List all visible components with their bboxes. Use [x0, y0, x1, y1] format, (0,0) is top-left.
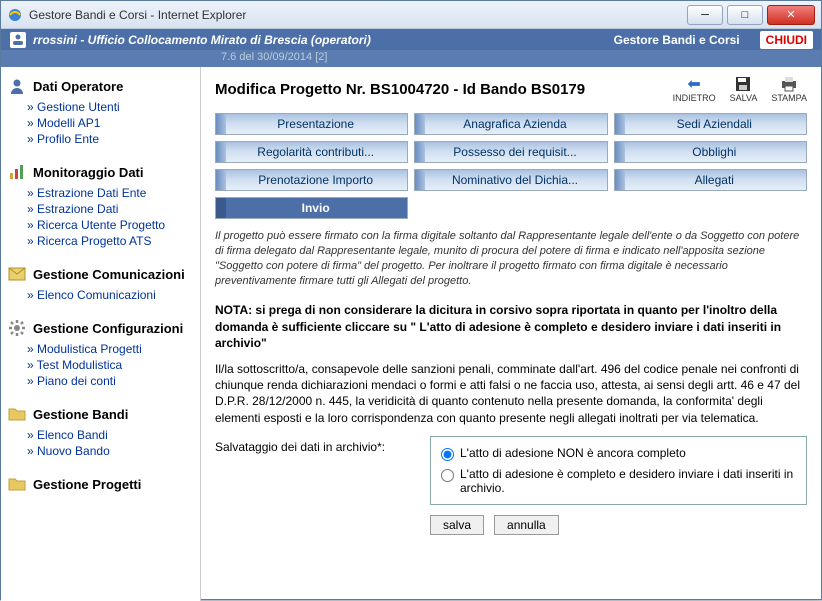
sidebar-item-list: Elenco Comunicazioni [5, 287, 196, 303]
print-button[interactable]: STAMPA [771, 75, 807, 103]
user-context: rrossini - Ufficio Collocamento Mirato d… [33, 33, 594, 47]
sidebar-item[interactable]: Gestione Utenti [27, 99, 196, 115]
save-button[interactable]: salva [430, 515, 484, 535]
folder-icon [7, 475, 27, 493]
tab[interactable]: Presentazione [215, 113, 408, 135]
sidebar-group: Dati Operatore Gestione UtentiModelli AP1… [5, 75, 196, 147]
back-label: INDIETRO [673, 93, 716, 103]
sidebar-group-title[interactable]: Gestione Progetti [5, 473, 196, 497]
tab[interactable]: Allegati [614, 169, 807, 191]
save-field-label: Salvataggio dei dati in archivio*: [215, 436, 420, 454]
gear-icon [7, 319, 27, 337]
sidebar-group: Gestione Bandi Elenco BandiNuovo Bando [5, 403, 196, 459]
arrow-left-icon: ⬅ [683, 75, 705, 93]
os-titlebar: Gestore Bandi e Corsi - Internet Explore… [1, 1, 821, 29]
italic-note: Il progetto può essere firmato con la fi… [215, 229, 807, 288]
save-field-row: Salvataggio dei dati in archivio*: L'att… [215, 436, 807, 505]
sidebar-group-title[interactable]: Dati Operatore [5, 75, 196, 99]
sidebar-group-title[interactable]: Gestione Configurazioni [5, 317, 196, 341]
sidebar-item[interactable]: Elenco Comunicazioni [27, 287, 196, 303]
sidebar-group-title[interactable]: Gestione Comunicazioni [5, 263, 196, 287]
declaration-text: Il/la sottoscritto/a, consapevole delle … [215, 361, 807, 426]
folder-icon [7, 405, 27, 423]
close-window-button[interactable]: ✕ [767, 5, 815, 25]
content-area: Modifica Progetto Nr. BS1004720 - Id Ban… [201, 67, 821, 601]
minimize-button[interactable]: ─ [687, 5, 723, 25]
radio-group: L'atto di adesione NON è ancora completo… [430, 436, 807, 505]
tab[interactable]: Sedi Aziendali [614, 113, 807, 135]
form-buttons: salva annulla [215, 515, 807, 535]
sidebar-item-list: Gestione UtentiModelli AP1Profilo Ente [5, 99, 196, 147]
sidebar-item[interactable]: Piano dei conti [27, 373, 196, 389]
sidebar: Dati Operatore Gestione UtentiModelli AP1… [1, 67, 201, 601]
page-header: Modifica Progetto Nr. BS1004720 - Id Ban… [215, 75, 807, 103]
version-bar: 7.6 del 30/09/2014 [2] [1, 50, 821, 67]
maximize-button[interactable]: □ [727, 5, 763, 25]
sidebar-item[interactable]: Test Modulistica [27, 357, 196, 373]
app-title: Gestore Bandi e Corsi [594, 33, 760, 47]
radio-incomplete-input[interactable] [441, 448, 454, 461]
sidebar-group: Monitoraggio Dati Estrazione Dati EnteEst… [5, 161, 196, 249]
cancel-button[interactable]: annulla [494, 515, 559, 535]
sidebar-item[interactable]: Profilo Ente [27, 131, 196, 147]
tab[interactable]: Anagrafica Azienda [414, 113, 607, 135]
sidebar-item[interactable]: Ricerca Progetto ATS [27, 233, 196, 249]
sidebar-group-label: Gestione Comunicazioni [33, 267, 185, 282]
sidebar-item[interactable]: Modelli AP1 [27, 115, 196, 131]
tab[interactable]: Prenotazione Importo [215, 169, 408, 191]
app-logo-icon [9, 31, 27, 49]
sidebar-item[interactable]: Modulistica Progetti [27, 341, 196, 357]
radio-complete[interactable]: L'atto di adesione è completo e desidero… [441, 464, 796, 498]
sidebar-item[interactable]: Ricerca Utente Progetto [27, 217, 196, 233]
app-close-button[interactable]: CHIUDI [760, 31, 813, 49]
tab[interactable]: Possesso dei requisit... [414, 141, 607, 163]
floppy-icon [732, 75, 754, 93]
sidebar-group-label: Gestione Configurazioni [33, 321, 183, 336]
main-body: Dati Operatore Gestione UtentiModelli AP1… [1, 67, 821, 601]
tab[interactable]: Obblighi [614, 141, 807, 163]
ie-favicon-icon [7, 7, 23, 23]
sidebar-group: Gestione Comunicazioni Elenco Comunicazio… [5, 263, 196, 303]
sidebar-group-title[interactable]: Monitoraggio Dati [5, 161, 196, 185]
radio-complete-label: L'atto di adesione è completo e desidero… [460, 467, 796, 495]
sidebar-item[interactable]: Estrazione Dati Ente [27, 185, 196, 201]
window-controls: ─ □ ✕ [683, 5, 815, 25]
sidebar-group-label: Gestione Progetti [33, 477, 141, 492]
sidebar-group-label: Monitoraggio Dati [33, 165, 144, 180]
app-header: rrossini - Ufficio Collocamento Mirato d… [1, 29, 821, 50]
sidebar-item-list: Modulistica ProgettiTest ModulisticaPian… [5, 341, 196, 389]
sidebar-group: Gestione Configurazioni Modulistica Proge… [5, 317, 196, 389]
tab[interactable]: Nominativo del Dichia... [414, 169, 607, 191]
user-icon [7, 77, 27, 95]
radio-incomplete-label: L'atto di adesione NON è ancora completo [460, 446, 686, 460]
radio-incomplete[interactable]: L'atto di adesione NON è ancora completo [441, 443, 796, 464]
sidebar-group-label: Dati Operatore [33, 79, 123, 94]
back-button[interactable]: ⬅ INDIETRO [673, 75, 716, 103]
sidebar-group-title[interactable]: Gestione Bandi [5, 403, 196, 427]
sidebar-item-list: Estrazione Dati EnteEstrazione DatiRicer… [5, 185, 196, 249]
save-page-button[interactable]: SALVA [730, 75, 758, 103]
bold-note: NOTA: si prega di non considerare la dic… [215, 302, 807, 351]
page-title: Modifica Progetto Nr. BS1004720 - Id Ban… [215, 81, 585, 98]
sidebar-item-list: Elenco BandiNuovo Bando [5, 427, 196, 459]
sidebar-item[interactable]: Nuovo Bando [27, 443, 196, 459]
sidebar-group: Gestione Progetti [5, 473, 196, 497]
radio-complete-input[interactable] [441, 469, 454, 482]
app-window: Gestore Bandi e Corsi - Internet Explore… [0, 0, 822, 600]
sidebar-item[interactable]: Estrazione Dati [27, 201, 196, 217]
sidebar-item[interactable]: Elenco Bandi [27, 427, 196, 443]
printer-icon [778, 75, 800, 93]
print-label: STAMPA [771, 93, 807, 103]
sidebar-group-label: Gestione Bandi [33, 407, 128, 422]
chart-icon [7, 163, 27, 181]
tab[interactable]: Invio [215, 197, 408, 219]
mail-icon [7, 265, 27, 283]
tab-bar: Presentazione Anagrafica Azienda Sedi Azie… [215, 113, 807, 219]
save-page-label: SALVA [730, 93, 758, 103]
tab[interactable]: Regolarità contributi... [215, 141, 408, 163]
window-title: Gestore Bandi e Corsi - Internet Explore… [29, 8, 683, 22]
page-actions: ⬅ INDIETRO SALVA STAMPA [673, 75, 807, 103]
